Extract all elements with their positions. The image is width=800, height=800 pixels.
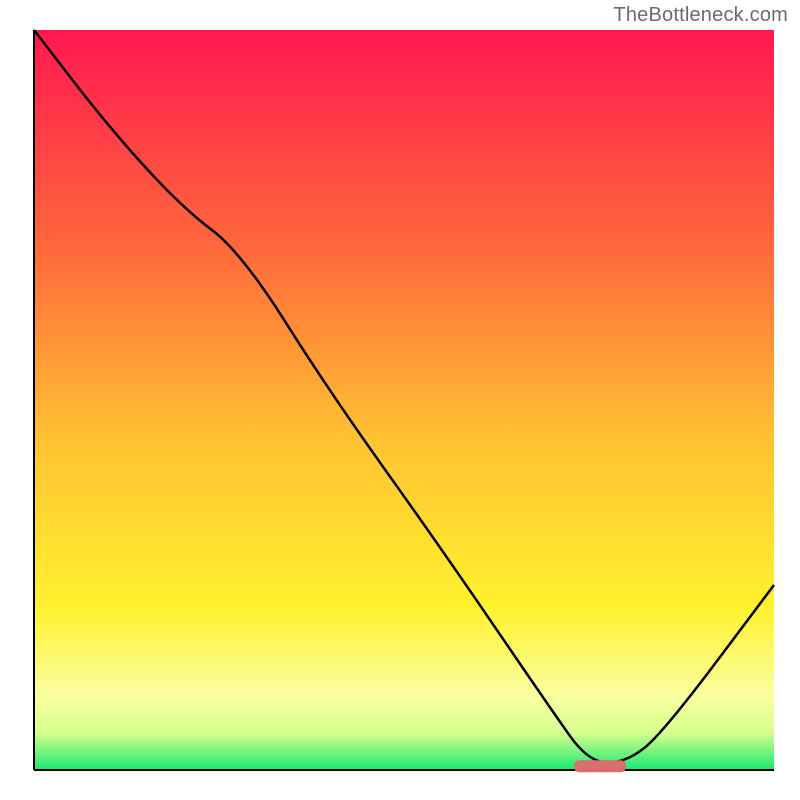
bottleneck-chart [0, 0, 800, 800]
chart-container: TheBottleneck.com [0, 0, 800, 800]
optimal-range-marker [574, 760, 626, 772]
watermark-text: TheBottleneck.com [613, 4, 788, 27]
plot-background [34, 30, 774, 770]
